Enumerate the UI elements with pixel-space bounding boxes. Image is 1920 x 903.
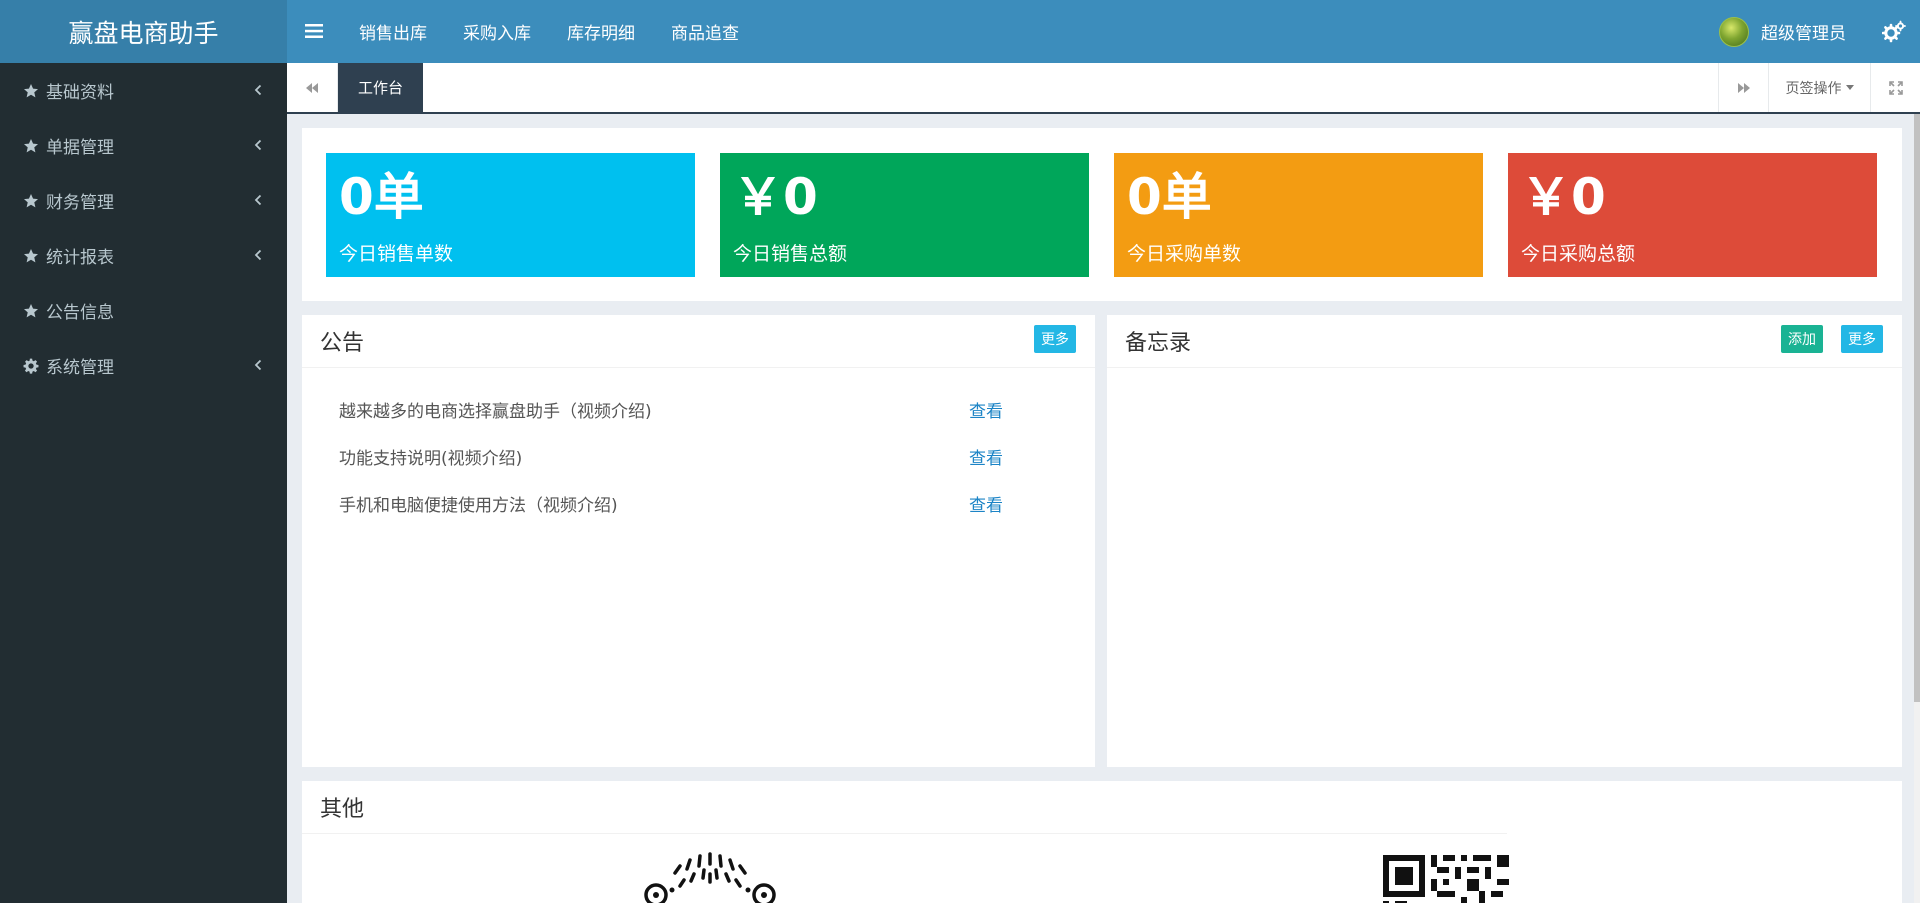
divider [302,833,1507,834]
star-icon [22,82,40,100]
nav-product-trace[interactable]: 商品追查 [671,19,739,44]
qr-code-image [1383,855,1509,903]
stat-label: 今日销售总额 [733,243,848,265]
star-icon [22,192,40,210]
notice-more-button[interactable]: 更多 [1034,325,1076,353]
sidebar-toggle-icon[interactable] [301,18,327,44]
notice-view-link[interactable]: 查看 [969,397,1003,422]
sidebar-item-announcements[interactable]: 公告信息 [0,283,287,338]
sidebar-item-label: 基础资料 [46,83,114,103]
tab-scroll-right-icon[interactable] [1718,63,1768,112]
settings-gears-icon[interactable] [1881,20,1906,44]
caret-down-icon [1845,85,1854,90]
divider [302,367,1095,368]
notice-title: 公告 [320,331,365,356]
chevron-left-icon [253,357,263,373]
sidebar: 基础资料 单据管理 财务管理 统计报表 公告信息 系统管理 [0,63,287,903]
memo-panel: 备忘录 添加 更多 [1107,315,1902,767]
fullscreen-icon[interactable] [1870,63,1920,112]
top-header: 赢盘电商助手 销售出库 采购入库 库存明细 商品追查 超级管理员 [0,0,1920,63]
chevron-left-icon [253,82,263,98]
tab-bar: 工作台 页签操作 [287,63,1920,114]
other-title: 其他 [320,797,365,822]
notice-item-title[interactable]: 手机和电脑便捷使用方法（视频介绍) [339,491,618,516]
star-icon [22,137,40,155]
tab-workbench[interactable]: 工作台 [338,63,424,112]
scrollbar-thumb[interactable] [1914,114,1920,702]
notice-view-link[interactable]: 查看 [969,491,1003,516]
memo-title: 备忘录 [1125,331,1192,356]
chevron-left-icon [253,192,263,208]
stat-value: 0单 [339,168,424,226]
sidebar-item-label: 财务管理 [46,193,114,213]
notice-item-title[interactable]: 越来越多的电商选择赢盘助手（视频介绍) [339,397,652,422]
chevron-left-icon [253,137,263,153]
chevron-left-icon [253,247,263,263]
stat-value: ￥0 [733,168,818,226]
sidebar-item-label: 公告信息 [46,303,114,323]
stat-value: ￥0 [1521,168,1606,226]
sidebar-item-finance[interactable]: 财务管理 [0,173,287,228]
stat-card-sales-total: ￥0 今日销售总额 [720,153,1089,277]
user-name: 超级管理员 [1761,24,1846,44]
stat-label: 今日销售单数 [339,243,454,265]
sidebar-item-label: 统计报表 [46,248,114,268]
sidebar-item-label: 单据管理 [46,138,114,158]
user-menu[interactable]: 超级管理员 [1719,0,1846,63]
notice-view-link[interactable]: 查看 [969,444,1003,469]
other-panel: 其他 [302,781,1902,903]
stats-panel: 0单 今日销售单数 ￥0 今日销售总额 0单 今日采购单数 ￥0 今日采购总额 [302,128,1902,301]
avatar [1719,16,1749,47]
stat-label: 今日采购单数 [1127,243,1242,265]
memo-more-button[interactable]: 更多 [1841,325,1883,353]
gear-icon [22,357,40,375]
star-icon [22,302,40,320]
nav-purchase-in[interactable]: 采购入库 [463,19,531,44]
memo-add-button[interactable]: 添加 [1781,325,1823,353]
sidebar-item-basic-data[interactable]: 基础资料 [0,63,287,118]
app-logo[interactable]: 赢盘电商助手 [0,0,287,63]
tab-scroll-left-icon[interactable] [287,63,338,112]
notice-panel: 公告 更多 越来越多的电商选择赢盘助手（视频介绍) 查看 功能支持说明(视频介绍… [302,315,1095,767]
sidebar-item-system[interactable]: 系统管理 [0,338,287,393]
nav-sales-out[interactable]: 销售出库 [359,19,427,44]
sidebar-item-documents[interactable]: 单据管理 [0,118,287,173]
stat-card-sales-count: 0单 今日销售单数 [326,153,695,277]
stat-card-purchase-count: 0单 今日采购单数 [1114,153,1483,277]
sidebar-item-label: 系统管理 [46,358,114,378]
vertical-scrollbar[interactable] [1914,114,1920,903]
notice-item-title[interactable]: 功能支持说明(视频介绍) [339,444,522,469]
stat-card-purchase-total: ￥0 今日采购总额 [1508,153,1877,277]
star-icon [22,247,40,265]
stat-label: 今日采购总额 [1521,243,1636,265]
sidebar-item-reports[interactable]: 统计报表 [0,228,287,283]
tab-operations-dropdown[interactable]: 页签操作 [1768,63,1870,112]
divider [1107,367,1902,368]
stat-value: 0单 [1127,168,1212,226]
tab-operations-label: 页签操作 [1785,80,1842,97]
miniprogram-code-image [620,850,800,903]
top-nav: 销售出库 采购入库 库存明细 商品追查 [341,0,757,63]
nav-inventory-detail[interactable]: 库存明细 [567,19,635,44]
